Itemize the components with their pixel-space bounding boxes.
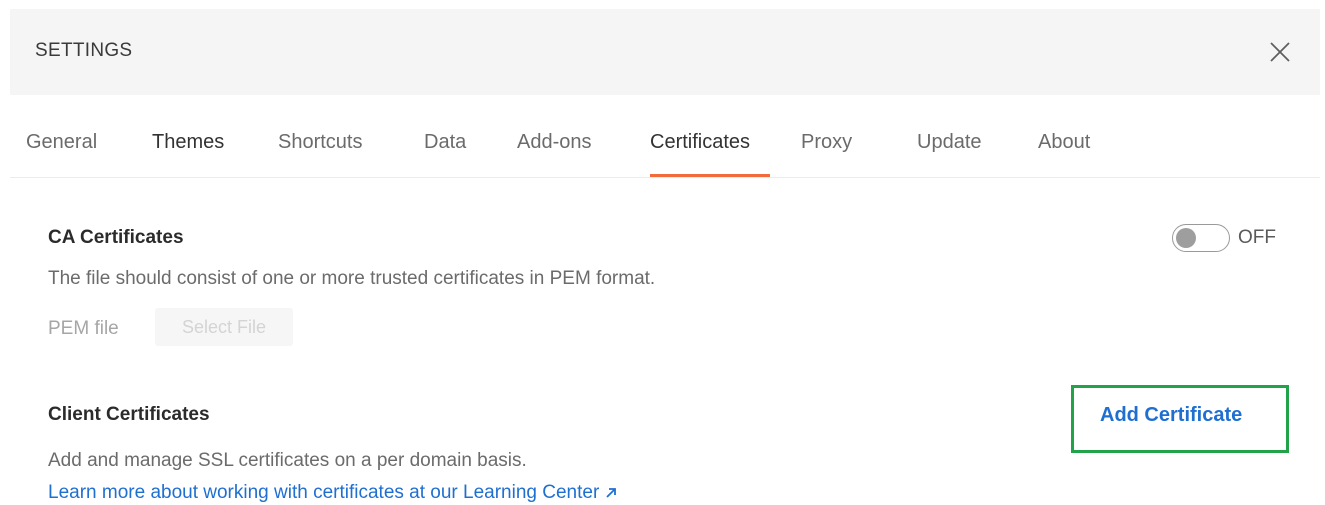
modal-title: SETTINGS [35, 40, 133, 61]
tab-shortcuts[interactable]: Shortcuts [278, 131, 362, 154]
tab-general[interactable]: General [26, 131, 97, 154]
toggle-state-label: OFF [1238, 227, 1276, 248]
settings-modal: SETTINGS General Themes Shortcuts Data A… [0, 0, 1325, 505]
active-tab-indicator [650, 174, 770, 177]
learning-center-link[interactable]: Learn more about working with certificat… [48, 482, 617, 504]
ca-certificates-title: CA Certificates [48, 227, 184, 248]
tab-about[interactable]: About [1038, 131, 1090, 154]
tab-update[interactable]: Update [917, 131, 982, 154]
tab-proxy[interactable]: Proxy [801, 131, 852, 154]
close-icon[interactable] [1267, 39, 1293, 65]
client-certificates-description: Add and manage SSL certificates on a per… [48, 450, 527, 471]
tab-data[interactable]: Data [424, 131, 466, 154]
add-certificate-button[interactable]: Add Certificate [1100, 404, 1242, 427]
modal-header: SETTINGS [10, 9, 1320, 95]
ca-certificates-toggle[interactable] [1172, 224, 1230, 252]
select-file-button[interactable]: Select File [155, 308, 293, 346]
external-link-arrow-icon [605, 482, 617, 504]
ca-certificates-description: The file should consist of one or more t… [48, 268, 656, 289]
tab-themes[interactable]: Themes [152, 131, 224, 154]
tab-certificates[interactable]: Certificates [650, 131, 750, 154]
tab-add-ons[interactable]: Add-ons [517, 131, 592, 154]
client-certificates-title: Client Certificates [48, 404, 210, 425]
toggle-knob [1176, 228, 1196, 248]
settings-tabs: General Themes Shortcuts Data Add-ons Ce… [10, 95, 1320, 178]
pem-file-label: PEM file [48, 318, 119, 339]
learning-center-link-text: Learn more about working with certificat… [48, 482, 600, 503]
